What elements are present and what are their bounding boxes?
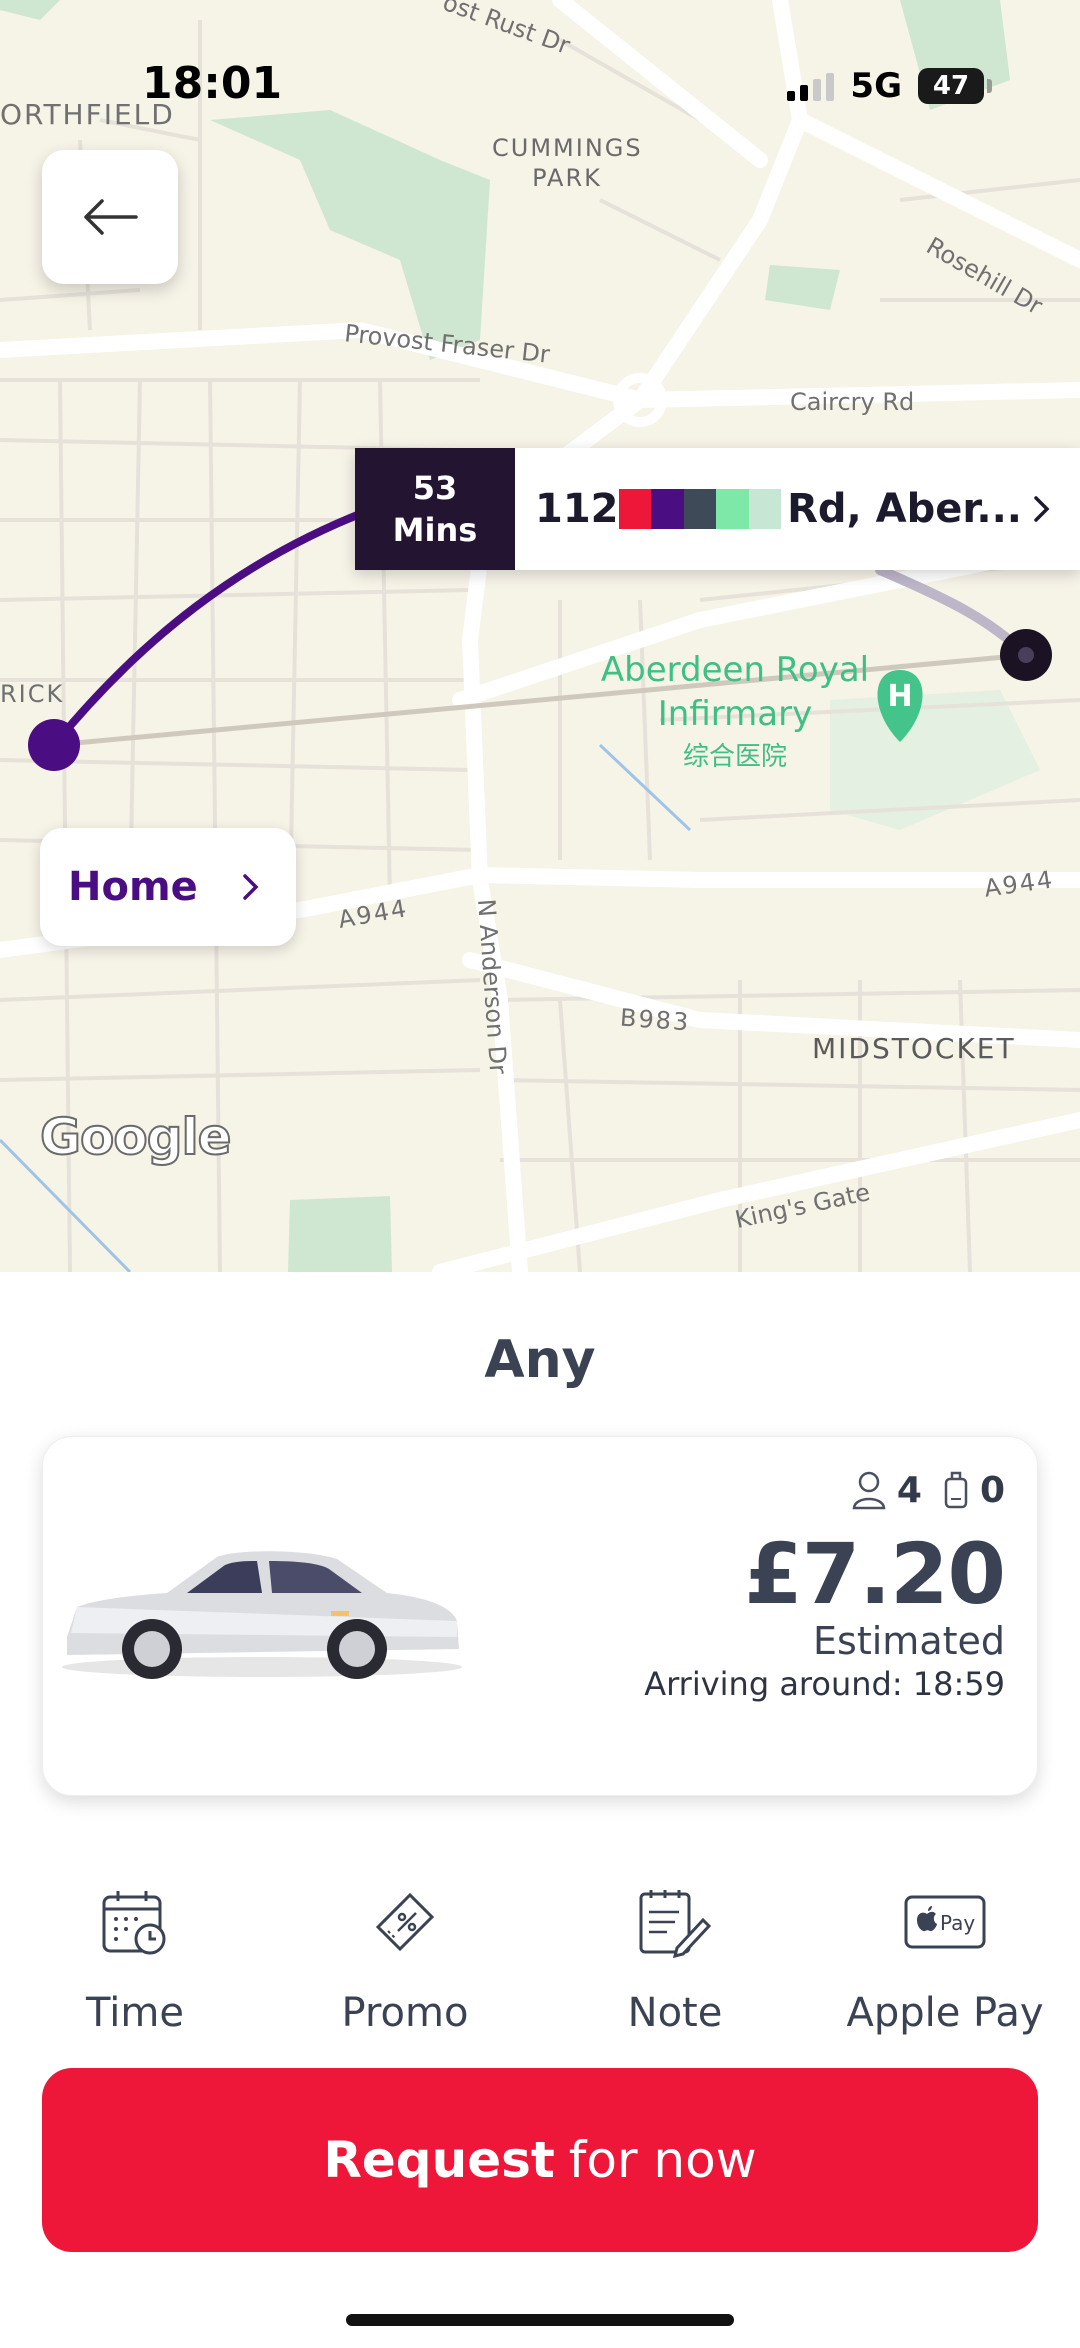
map-view[interactable]: H ORTHFIELD CUMMINGS PARK ost Rust Dr Ro… xyxy=(0,0,1080,1272)
estimated-label: Estimated xyxy=(813,1619,1005,1663)
option-time-label: Time xyxy=(86,1990,184,2036)
map-label-park: PARK xyxy=(532,164,602,192)
note-pencil-icon xyxy=(637,1882,713,1962)
destination-card[interactable]: 53 Mins 112 Rd, Aber... xyxy=(355,448,1080,570)
redaction-block xyxy=(651,489,684,529)
map-label-hospital-chinese: 综合医院 xyxy=(682,742,787,772)
redaction-block xyxy=(618,489,652,529)
battery-level: 47 xyxy=(932,71,970,101)
luggage-icon xyxy=(944,1471,968,1509)
car-image xyxy=(62,1551,462,1679)
map-label-midstocket: MIDSTOCKET xyxy=(812,1032,1016,1065)
request-button-bold: Request xyxy=(323,2131,555,2189)
map-label-caircry-rd: Caircry Rd xyxy=(790,388,915,416)
redaction-block xyxy=(748,489,782,529)
option-promo-label: Promo xyxy=(341,1990,469,2036)
request-button[interactable]: Request for now xyxy=(42,2068,1038,2252)
luggage-count: 0 xyxy=(979,1469,1005,1511)
destination-prefix: 112 xyxy=(535,486,619,532)
map-label-rick: RICK xyxy=(0,680,65,708)
status-icons: 5G 47 xyxy=(787,66,992,106)
chevron-right-icon xyxy=(1022,494,1062,524)
status-time: 18:01 xyxy=(142,58,283,109)
option-time[interactable]: Time xyxy=(0,1882,270,2036)
apple-pay-icon: Pay xyxy=(903,1882,987,1962)
svg-text:Pay: Pay xyxy=(940,1911,975,1935)
map-label-cummings: CUMMINGS xyxy=(492,134,643,162)
request-button-rest: for now xyxy=(568,2131,757,2189)
map-label-b983: B983 xyxy=(619,1003,692,1037)
battery-icon: 47 xyxy=(918,68,992,104)
arrow-left-icon xyxy=(84,199,138,235)
redaction-block xyxy=(716,489,749,529)
map-label-hospital-name: Aberdeen Royal xyxy=(600,650,870,690)
option-note-label: Note xyxy=(627,1990,723,2036)
promo-ticket-icon xyxy=(370,1882,440,1962)
destination-suffix: Rd, Aber... xyxy=(787,486,1022,532)
signal-icon xyxy=(787,71,835,101)
passenger-icon xyxy=(852,1471,886,1510)
eta-badge: 53 Mins xyxy=(355,448,515,570)
back-button[interactable] xyxy=(42,150,178,284)
home-location-button[interactable]: Home xyxy=(40,828,296,946)
home-label: Home xyxy=(68,864,198,910)
chevron-right-icon xyxy=(243,874,259,900)
price-value: £7.20 xyxy=(744,1525,1006,1623)
ride-option-card[interactable]: 4 0 £7.20 Estimated Arriving around: 18:… xyxy=(42,1436,1038,1796)
passenger-count: 4 xyxy=(896,1469,922,1511)
calendar-clock-icon xyxy=(100,1882,170,1962)
capacity-info: 4 0 xyxy=(851,1469,1005,1511)
network-type: 5G xyxy=(850,66,902,106)
eta-value: 53 xyxy=(412,469,458,507)
map-label-hospital-infirmary: Infirmary xyxy=(657,694,813,734)
option-apple-pay[interactable]: Pay Apple Pay xyxy=(810,1882,1080,2036)
arrival-time: Arriving around: 18:59 xyxy=(644,1665,1005,1703)
redaction-block xyxy=(683,489,717,529)
home-indicator xyxy=(346,2314,734,2326)
booking-options: Time Promo Note Pay Apple Pay xyxy=(0,1882,1080,2042)
option-note[interactable]: Note xyxy=(540,1882,810,2036)
option-apple-pay-label: Apple Pay xyxy=(846,1990,1044,2036)
google-logo: Google xyxy=(39,1107,233,1167)
eta-unit: Mins xyxy=(392,511,478,549)
option-promo[interactable]: Promo xyxy=(270,1882,540,2036)
svg-text:H: H xyxy=(887,679,912,714)
destination-address: 112 Rd, Aber... xyxy=(535,486,1022,532)
vehicle-type-title: Any xyxy=(484,1330,596,1390)
